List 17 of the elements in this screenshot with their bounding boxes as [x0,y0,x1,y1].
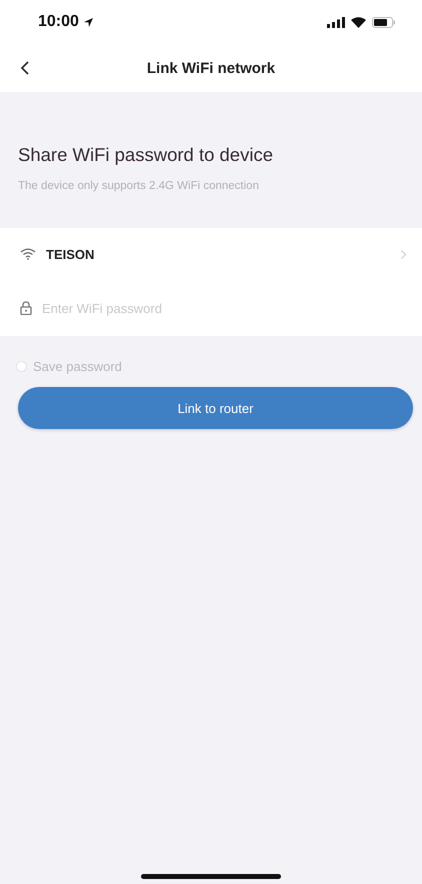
save-password-label: Save password [33,358,122,374]
screen-title: Link WiFi network [146,60,276,76]
link-to-router-button[interactable]: Link to router [18,387,413,429]
save-password-checkbox[interactable] [16,360,27,372]
wifi-icon [351,16,366,28]
wifi-icon [20,248,36,260]
home-indicator[interactable] [141,874,281,879]
network-name: TEISON [46,246,96,262]
battery-icon [372,16,396,28]
section-title: Share WiFi password to device [18,144,274,166]
clock-time: 10:00 [38,13,79,31]
chevron-right-icon[interactable] [401,250,406,258]
lock-icon [20,301,32,315]
location-arrow-icon [82,16,94,28]
signal-icon [327,16,345,28]
back-icon[interactable] [20,61,29,75]
section-subtitle: The device only supports 2.4G WiFi connection [18,180,260,192]
